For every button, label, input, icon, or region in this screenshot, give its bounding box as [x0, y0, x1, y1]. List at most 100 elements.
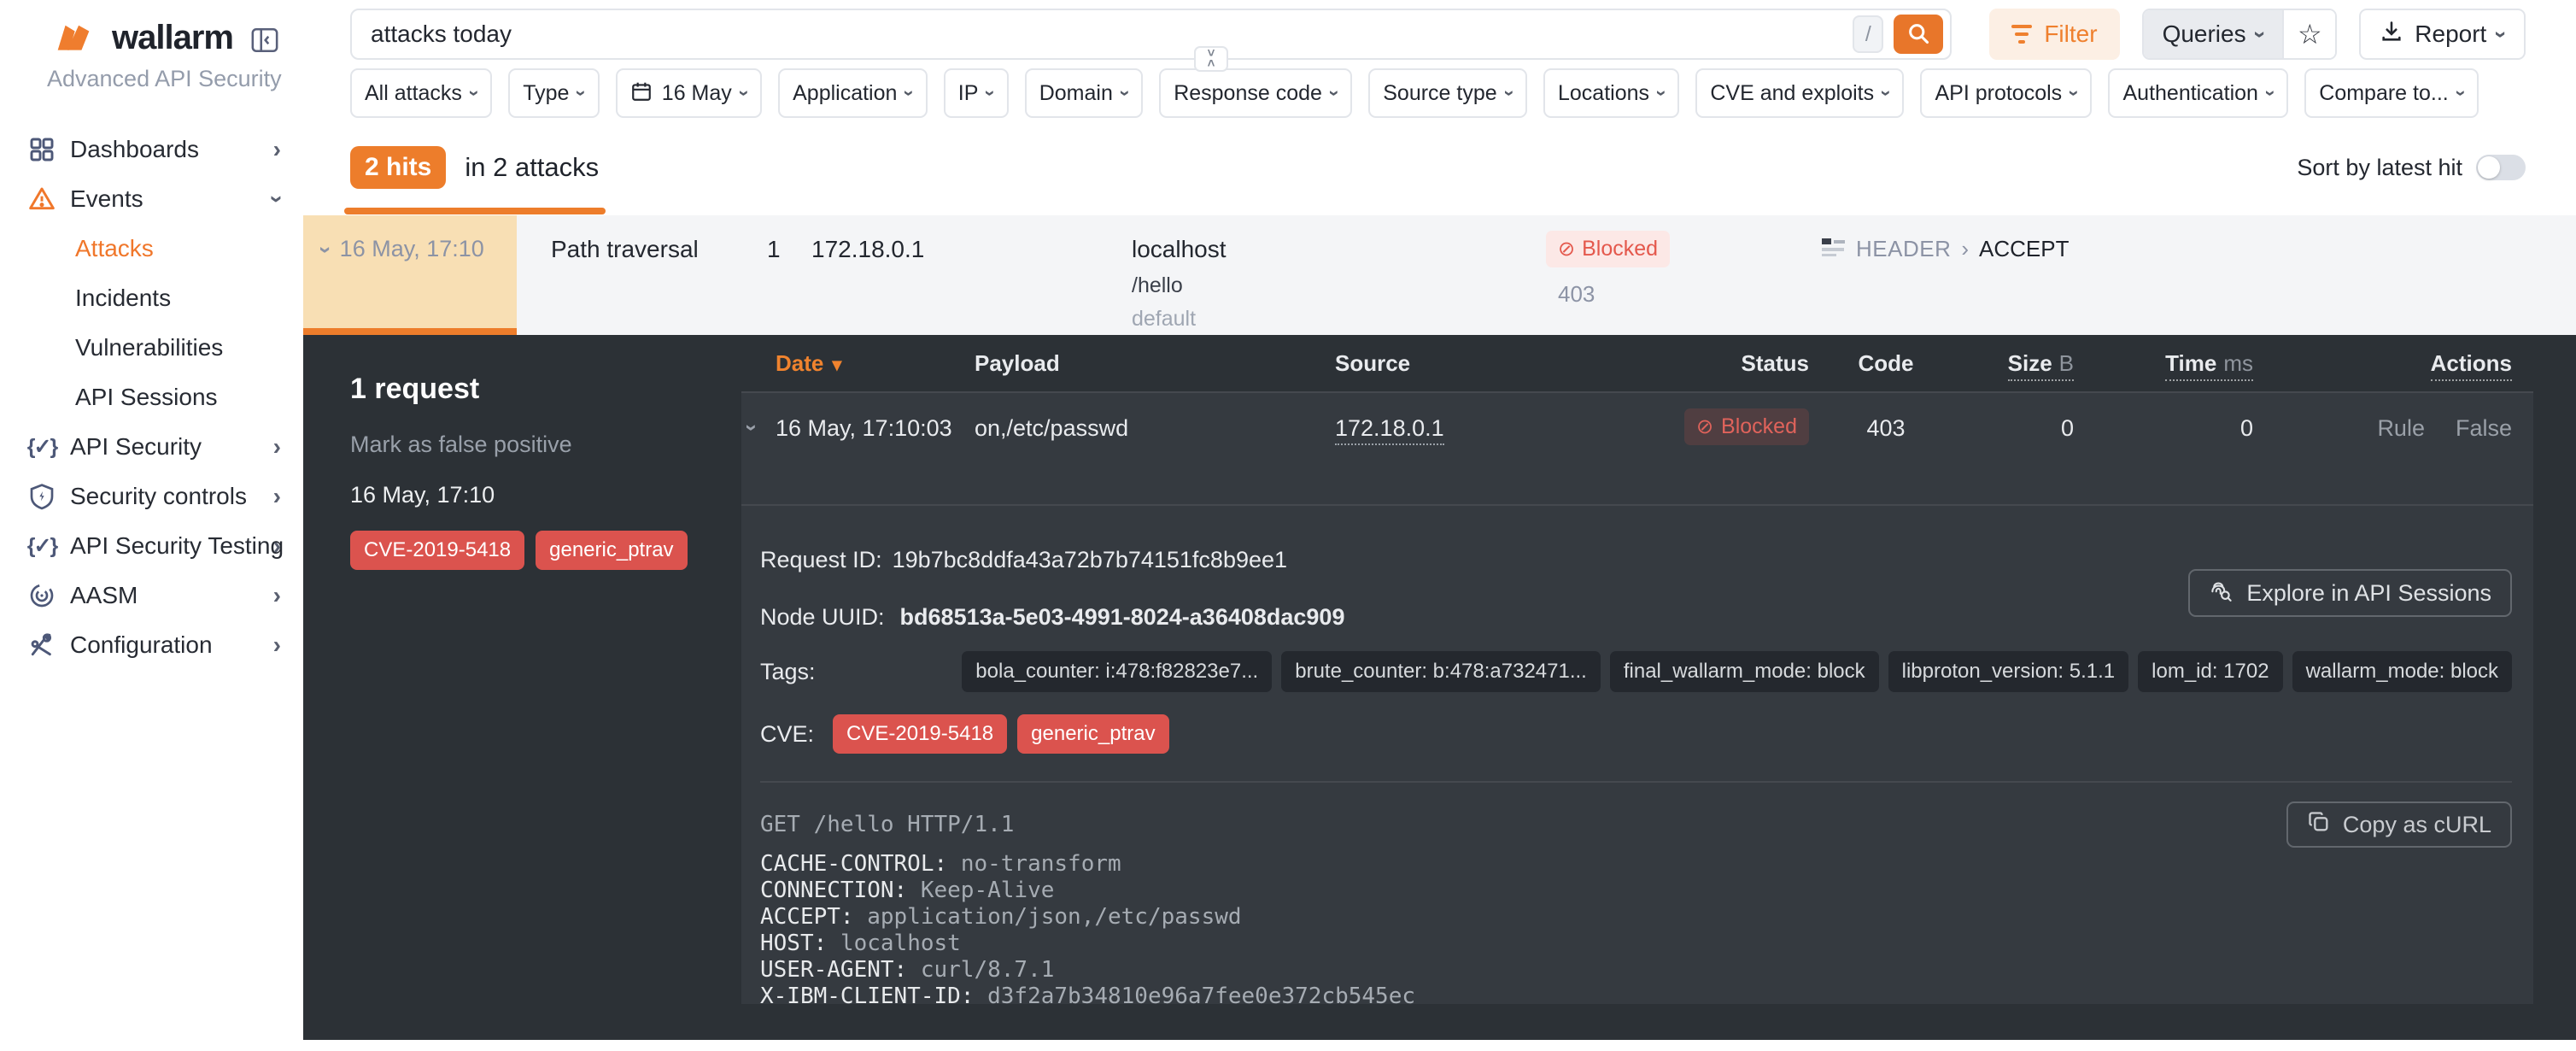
brand-product: Advanced API Security — [47, 66, 303, 92]
http-request-line: GET /hello HTTP/1.1 — [760, 812, 2512, 837]
chevron-down-icon — [322, 237, 330, 328]
filter-type[interactable]: Type — [508, 68, 600, 118]
sidebar-item-label: AASM — [70, 582, 138, 609]
mark-false-positive-link[interactable]: Mark as false positive — [350, 432, 741, 458]
search-area-resize-handle[interactable]: ˅˄ — [1194, 46, 1228, 72]
tag-chip[interactable]: brute_counter: b:478:a732471... — [1281, 651, 1601, 692]
sidebar-item-label: Security controls — [70, 483, 247, 510]
tags-label: Tags: — [760, 659, 816, 685]
tag-chip[interactable]: bola_counter: i:478:f82823e7... — [962, 651, 1272, 692]
filter-cve-exploits[interactable]: CVE and exploits — [1695, 68, 1904, 118]
chevron-down-icon — [741, 82, 747, 104]
tag-chip[interactable]: final_wallarm_mode: block — [1610, 651, 1879, 692]
cve-tag[interactable]: generic_ptrav — [536, 531, 687, 570]
status-blocked-badge: Blocked — [1684, 408, 1809, 445]
chevron-down-icon[interactable] — [748, 415, 776, 440]
false-action[interactable]: False — [2456, 415, 2512, 442]
attack-point: HEADER › ACCEPT — [1822, 236, 2070, 262]
filter-domain[interactable]: Domain — [1025, 68, 1143, 118]
chevron-down-icon — [906, 82, 912, 104]
request-details: Request ID: 19b7bc8ddfa43a72b7b74151fc8b… — [741, 547, 2533, 783]
attack-source-ip[interactable]: 172.18.0.1 — [811, 236, 924, 263]
attack-request-count: 1 — [767, 236, 781, 263]
attack-date: 16 May, 17:10 — [340, 236, 484, 328]
tag-chip[interactable]: libproton_version: 5.1.1 — [1888, 651, 2129, 692]
cve-tag[interactable]: generic_ptrav — [1017, 714, 1168, 754]
filter-response-code[interactable]: Response code — [1159, 68, 1352, 118]
request-code: 403 — [1866, 415, 1905, 442]
http-header-name: USER-AGENT: — [760, 957, 907, 983]
column-date[interactable]: Date — [776, 350, 975, 377]
cve-tag[interactable]: CVE-2019-5418 — [350, 531, 524, 570]
explore-api-sessions-button[interactable]: Explore in API Sessions — [2188, 569, 2512, 617]
filter-source-type[interactable]: Source type — [1368, 68, 1527, 118]
sidebar-item-vulnerabilities[interactable]: Vulnerabilities — [0, 323, 303, 373]
copy-as-curl-button[interactable]: Copy as cURL — [2286, 801, 2512, 848]
sidebar-item-configuration[interactable]: Configuration — [0, 620, 303, 670]
sidebar-item-label: Dashboards — [70, 136, 199, 163]
attack-detail-panel: 1 request Mark as false positive 16 May,… — [303, 335, 2576, 1040]
point-location: HEADER — [1856, 236, 1951, 262]
filter-ip[interactable]: IP — [944, 68, 1009, 118]
report-button[interactable]: Report — [2359, 9, 2526, 60]
sidebar-item-label: API Security Testing — [70, 532, 284, 560]
sidebar-item-dashboards[interactable]: Dashboards — [0, 125, 303, 174]
chevron-down-icon — [1332, 82, 1338, 104]
column-time[interactable]: Timems — [2165, 350, 2253, 381]
grid-icon — [26, 136, 58, 163]
search-query[interactable]: attacks today — [371, 21, 1853, 48]
column-size[interactable]: SizeB — [2008, 350, 2074, 381]
sort-desc-icon — [832, 350, 841, 377]
filter-icon — [2011, 25, 2032, 44]
filter-all-attacks[interactable]: All attacks — [350, 68, 492, 118]
tag-chip[interactable]: lom_id: 1702 — [2138, 651, 2282, 692]
braces-check-icon: {✓} — [26, 533, 58, 559]
cve-tag[interactable]: CVE-2019-5418 — [833, 714, 1007, 754]
active-tab-indicator — [344, 208, 606, 214]
sidebar-nav: Dashboards Events Attacks Incidents Vuln… — [0, 125, 303, 670]
shield-icon — [26, 483, 58, 510]
search-input[interactable]: attacks today / — [350, 9, 1952, 60]
search-button[interactable] — [1894, 15, 1943, 54]
sidebar-item-security-controls[interactable]: Security controls — [0, 472, 303, 521]
sidebar-collapse-icon[interactable] — [250, 26, 279, 59]
request-source-ip[interactable]: 172.18.0.1 — [1335, 415, 1444, 445]
request-row[interactable]: 16 May, 17:10:03 on,/etc/passwd 172.18.0… — [741, 393, 2533, 504]
http-header-value: curl/8.7.1 — [921, 957, 1055, 983]
attacks-summary: in 2 attacks — [465, 152, 599, 183]
brand: wallarm Advanced API Security — [0, 0, 303, 92]
sidebar-item-api-security[interactable]: {✓} API Security — [0, 422, 303, 472]
search-toolbar: attacks today / Filter Queries — [350, 9, 2526, 60]
filter-application[interactable]: Application — [778, 68, 928, 118]
column-actions[interactable]: Actions — [2431, 350, 2512, 381]
sidebar-item-events[interactable]: Events — [0, 174, 303, 224]
tag-chip[interactable]: wallarm_mode: block — [2292, 651, 2512, 692]
attack-row[interactable]: 16 May, 17:10 Path traversal 1 172.18.0.… — [303, 215, 2576, 335]
chevron-down-icon — [2268, 82, 2274, 104]
favorite-star-button[interactable] — [2282, 10, 2335, 58]
queries-button[interactable]: Queries — [2144, 10, 2283, 58]
sidebar-item-attacks[interactable]: Attacks — [0, 224, 303, 273]
attack-date-cell[interactable]: 16 May, 17:10 — [303, 215, 517, 335]
sort-toggle[interactable] — [2476, 155, 2526, 180]
rule-action[interactable]: Rule — [2377, 415, 2425, 442]
tools-icon — [26, 631, 58, 659]
filter-button[interactable]: Filter — [1989, 9, 2119, 60]
sidebar-item-api-sessions[interactable]: API Sessions — [0, 373, 303, 422]
filter-authentication[interactable]: Authentication — [2108, 68, 2288, 118]
filter-bar: All attacks Type 16 May Application IP D… — [350, 68, 2526, 118]
filter-compare-to[interactable]: Compare to... — [2304, 68, 2479, 118]
attack-type: Path traversal — [551, 236, 699, 263]
sidebar-item-api-security-testing[interactable]: {✓} API Security Testing — [0, 521, 303, 571]
attack-status: Blocked 403 — [1546, 231, 1670, 308]
sidebar-item-incidents[interactable]: Incidents — [0, 273, 303, 323]
filter-date[interactable]: 16 May — [616, 68, 762, 118]
filter-api-protocols[interactable]: API protocols — [1920, 68, 2092, 118]
request-count-title: 1 request — [350, 373, 741, 406]
sidebar-item-aasm[interactable]: AASM — [0, 571, 303, 620]
request-id-label: Request ID: — [760, 547, 882, 573]
fingerprint-search-icon — [2209, 578, 2234, 609]
chevron-down-icon — [2497, 21, 2505, 48]
column-source: Source — [1335, 350, 1595, 377]
filter-locations[interactable]: Locations — [1543, 68, 1679, 118]
